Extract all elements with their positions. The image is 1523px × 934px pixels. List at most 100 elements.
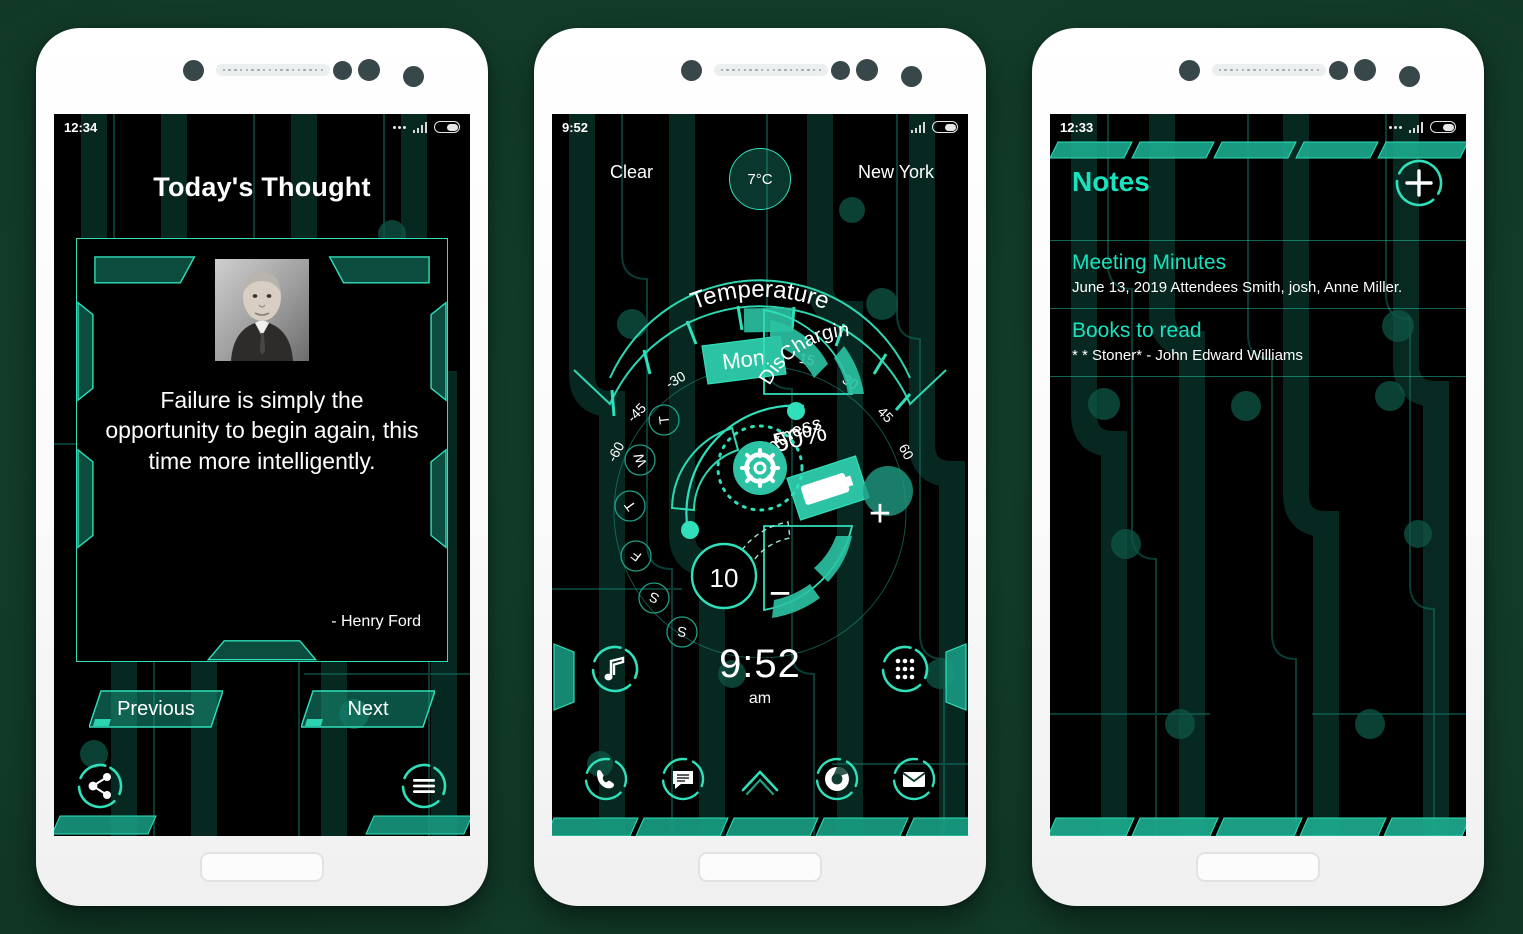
weather-location: New York xyxy=(857,162,934,182)
apps-grid-icon xyxy=(881,645,929,693)
status-time: 12:33 xyxy=(1060,119,1094,135)
light-sensor-icon xyxy=(1354,59,1376,81)
phone3-screen: 12:33 Notes Meeting Minutes June 13, 201… xyxy=(1050,114,1466,836)
light-sensor-icon xyxy=(358,59,380,81)
date-circle: 10 xyxy=(690,542,758,610)
settings-gear-icon xyxy=(740,448,780,488)
notes-list: Meeting Minutes June 13, 2019 Attendees … xyxy=(1050,240,1466,377)
more-dots-icon xyxy=(1388,125,1402,129)
status-bar: 9:52 xyxy=(552,114,968,140)
home-control-dial[interactable]: -60 -45 -30 -15 0 15 30 45 60 Temperatur… xyxy=(552,141,968,659)
apps-shortcut-button[interactable] xyxy=(880,644,930,694)
quote-navigation: Previous Next xyxy=(54,689,470,729)
list-item[interactable]: Books to read * * Stoner* - John Edward … xyxy=(1050,308,1466,377)
phone-top-sensors xyxy=(534,50,986,110)
note-title: Books to read xyxy=(1072,319,1202,342)
home-button[interactable] xyxy=(698,852,822,882)
dock-item-email[interactable] xyxy=(891,756,937,802)
screenshot-stage: 12:34 Today's Thought Failure is simply … xyxy=(0,0,1523,934)
earpiece-speaker xyxy=(714,64,828,76)
signal-bars-icon xyxy=(1408,121,1423,133)
dock-item-messages[interactable] xyxy=(660,756,706,802)
bottom-accent-bar xyxy=(54,810,470,836)
brightness-arc xyxy=(741,521,854,618)
quote-author: - Henry Ford xyxy=(331,613,421,630)
phone1-screen: 12:34 Today's Thought Failure is simply … xyxy=(54,114,470,836)
weather-temperature[interactable]: 7°C xyxy=(729,148,791,210)
battery-icon xyxy=(434,121,460,133)
phone-top-sensors xyxy=(1032,50,1484,110)
gauge-tick--30: -30 xyxy=(663,368,689,392)
status-time: 9:52 xyxy=(562,119,589,135)
camera-icon xyxy=(1179,60,1200,81)
day-letter-3: F xyxy=(628,547,645,565)
bottom-accent-bar xyxy=(552,810,968,836)
battery-icon xyxy=(932,121,958,133)
page-title: Today's Thought xyxy=(153,172,371,202)
dock-item-app-drawer[interactable] xyxy=(737,756,783,802)
next-button-label: Next xyxy=(347,697,389,720)
proximity-sensor-icon xyxy=(831,61,850,80)
battery-glyph-icon xyxy=(786,455,870,521)
date-number: 10 xyxy=(710,563,739,593)
music-icon xyxy=(591,645,639,693)
gauge-tick--60: -60 xyxy=(604,439,628,465)
brightness-minus: − xyxy=(769,573,791,615)
light-sensor-icon xyxy=(856,59,878,81)
app-dock xyxy=(552,756,968,802)
app-drawer-chevron-icon xyxy=(741,770,779,796)
share-icon xyxy=(77,763,123,809)
day-letter-5: S xyxy=(676,623,687,640)
earpiece-speaker xyxy=(1212,64,1326,76)
phone-icon xyxy=(585,757,628,801)
brightness-plus: + xyxy=(869,493,891,535)
note-title: Meeting Minutes xyxy=(1072,251,1227,274)
chrome-icon xyxy=(815,757,858,801)
wallpaper-circuit xyxy=(1050,114,1466,836)
battery-icon xyxy=(1430,121,1456,133)
dock-item-chrome[interactable] xyxy=(814,756,860,802)
svg-text:DisCharging: DisCharging xyxy=(552,158,850,388)
phone-top-sensors xyxy=(36,50,488,110)
music-shortcut-button[interactable] xyxy=(590,644,640,694)
battery-status: DisCharging xyxy=(552,141,850,388)
led-indicator-icon xyxy=(901,66,922,87)
day-letter-4: S xyxy=(647,589,662,607)
next-button[interactable]: Next xyxy=(301,689,435,729)
home-button[interactable] xyxy=(200,852,324,882)
page-title: Notes xyxy=(1072,166,1150,197)
more-dots-icon xyxy=(392,125,406,129)
status-time: 12:34 xyxy=(64,119,98,135)
author-portrait xyxy=(215,259,309,361)
note-body: * * Stoner* - John Edward Williams xyxy=(1072,347,1303,364)
weather-condition: Clear xyxy=(610,162,654,182)
bottom-accent-bar xyxy=(1050,810,1466,836)
share-button[interactable] xyxy=(76,762,124,810)
gauge-tick-45: 45 xyxy=(874,403,896,425)
led-indicator-icon xyxy=(403,66,424,87)
list-item[interactable]: Meeting Minutes June 13, 2019 Attendees … xyxy=(1050,240,1466,308)
camera-icon xyxy=(183,60,204,81)
slider-handle-bottom xyxy=(681,521,699,539)
status-bar: 12:33 xyxy=(1050,114,1466,140)
day-letter-2: T xyxy=(621,497,639,514)
status-bar: 12:34 xyxy=(54,114,470,140)
menu-button[interactable] xyxy=(400,762,448,810)
messages-icon xyxy=(661,757,705,801)
email-icon xyxy=(892,757,935,801)
slider-handle-top xyxy=(787,402,805,420)
signal-bars-icon xyxy=(910,121,925,133)
dock-item-phone[interactable] xyxy=(583,756,629,802)
phone-mockup-home: 9:52 Clear 7°C New York -60 -45 -30 45 6… xyxy=(534,28,986,906)
gauge-tick-60: 60 xyxy=(896,441,918,462)
previous-button[interactable]: Previous xyxy=(89,689,223,729)
phone-mockup-quote: 12:34 Today's Thought Failure is simply … xyxy=(36,28,488,906)
phone2-screen: 9:52 Clear 7°C New York -60 -45 -30 45 6… xyxy=(552,114,968,836)
quote-card: Failure is simply the opportunity to beg… xyxy=(76,238,448,662)
hamburger-menu-icon xyxy=(401,763,447,809)
add-note-button[interactable] xyxy=(1394,158,1444,208)
home-button[interactable] xyxy=(1196,852,1320,882)
earpiece-speaker xyxy=(216,64,330,76)
proximity-sensor-icon xyxy=(1329,61,1348,80)
previous-button-label: Previous xyxy=(117,697,195,720)
